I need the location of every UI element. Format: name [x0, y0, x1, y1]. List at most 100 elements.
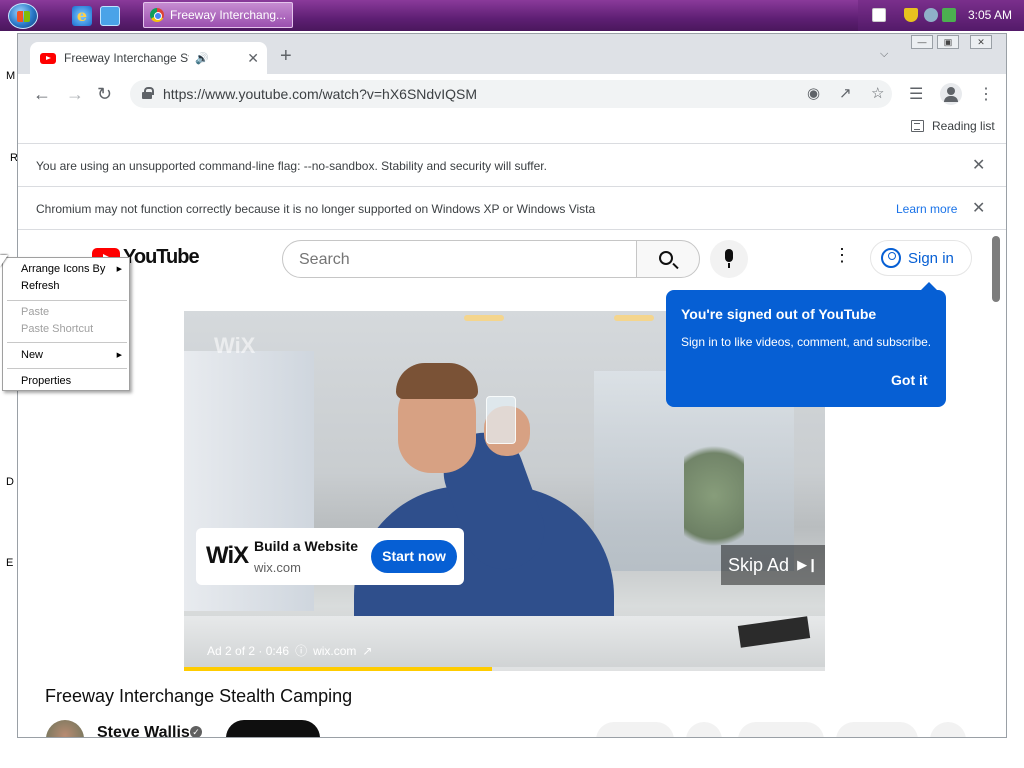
lock-icon[interactable]: [142, 87, 154, 99]
desktop-icon-label[interactable]: M: [6, 70, 15, 82]
wix-watermark: WiX: [214, 333, 256, 358]
close-window-button[interactable]: ✕: [970, 35, 992, 49]
browser-window: Freeway Interchange Stealth Camping 🔊 ✕ …: [17, 33, 1007, 738]
desktop-icon-label[interactable]: D: [6, 476, 14, 488]
tab-title: Freeway Interchange Stealth Camping: [64, 51, 189, 65]
ad-progress-fill: [184, 667, 492, 671]
bookmark-star-icon[interactable]: ☆: [871, 84, 884, 102]
taskbar: e Freeway Interchang... 3:05 AM: [0, 0, 1024, 31]
voice-search-mic-icon[interactable]: [710, 240, 748, 278]
more-menu-icon[interactable]: ⋮: [978, 84, 994, 104]
skip-ad-button[interactable]: Skip Ad ▶❙: [721, 545, 825, 585]
tooltip-body: Sign in to like videos, comment, and sub…: [681, 335, 932, 349]
video-frame-person-hair: [396, 363, 478, 399]
tab-youtube[interactable]: Freeway Interchange Stealth Camping 🔊 ✕: [30, 42, 267, 74]
tracking-off-eye-icon[interactable]: ◉: [807, 84, 820, 102]
page-scrollbar[interactable]: [992, 236, 1000, 302]
channel-avatar[interactable]: [46, 720, 84, 737]
subscribe-button[interactable]: [226, 720, 320, 737]
windows-logo-icon: [17, 11, 30, 22]
close-icon[interactable]: ✕: [972, 155, 985, 175]
got-it-button[interactable]: Got it: [891, 372, 928, 388]
sign-in-button[interactable]: Sign in: [870, 240, 972, 276]
context-menu-item[interactable]: Refresh: [21, 280, 60, 292]
browser-toolbar: ← → ↻ https://www.youtube.com/watch?v=hX…: [18, 74, 1006, 114]
clock[interactable]: 3:05 AM: [968, 8, 1012, 22]
submenu-arrow-icon: ▶: [116, 266, 122, 273]
ad-counter: Ad 2 of 2 · 0:46: [207, 643, 290, 658]
skip-next-icon: ▶❙: [797, 557, 818, 572]
learn-more-link[interactable]: Learn more: [896, 202, 957, 216]
share-icon[interactable]: ↗: [839, 84, 852, 102]
signed-out-tooltip: You're signed out of YouTube Sign in to …: [666, 282, 946, 407]
mouse-cursor-icon: [0, 255, 8, 267]
context-menu-item[interactable]: Properties: [21, 375, 71, 387]
keyboard-icon[interactable]: [872, 8, 886, 22]
taskbar-chromium-button[interactable]: Freeway Interchang...: [143, 2, 293, 28]
close-tab-icon[interactable]: ✕: [247, 50, 259, 67]
context-menu-item[interactable]: Paste: [21, 306, 49, 318]
context-menu-item[interactable]: New: [21, 349, 43, 361]
context-menu-item[interactable]: Arrange Icons By: [21, 263, 105, 275]
speaker-icon[interactable]: 🔊: [195, 52, 209, 65]
tooltip-title: You're signed out of YouTube: [681, 306, 877, 322]
taskbar-button-label: Freeway Interchang...: [170, 8, 287, 22]
forward-arrow-icon[interactable]: →: [66, 83, 84, 105]
search-input[interactable]: Search: [282, 240, 637, 278]
start-button[interactable]: [8, 3, 38, 29]
infobar-os-message: Chromium may not function correctly beca…: [36, 202, 596, 216]
account-icon: [881, 248, 901, 268]
search-icon: [659, 251, 673, 265]
sign-in-label: Sign in: [908, 249, 954, 267]
profile-avatar[interactable]: [940, 83, 962, 105]
search-placeholder: Search: [299, 251, 350, 268]
ad-title: Build a Website: [254, 538, 358, 554]
external-link-icon[interactable]: ↗: [362, 644, 372, 658]
reading-list-icon: [911, 120, 924, 132]
url-text[interactable]: https://www.youtube.com/watch?v=hX6SNdvI…: [163, 86, 477, 102]
info-icon[interactable]: ⓘ: [295, 642, 307, 659]
verified-check-icon: ✓: [190, 726, 202, 737]
video-frame-ceiling-light: [464, 315, 504, 321]
ad-progress-bar[interactable]: [184, 667, 825, 671]
ad-card[interactable]: WiX Build a Website wix.com Start now: [196, 528, 464, 585]
tab-search-chevron-icon[interactable]: ⌵: [880, 48, 888, 61]
internet-explorer-icon[interactable]: e: [72, 6, 92, 26]
address-bar[interactable]: https://www.youtube.com/watch?v=hX6SNdvI…: [130, 80, 892, 108]
search-button[interactable]: [636, 240, 700, 278]
wix-logo: WiX: [206, 542, 249, 569]
video-frame-plant: [684, 431, 744, 561]
tray-app-icon[interactable]: [942, 8, 956, 22]
media-controls-icon[interactable]: ☰: [909, 84, 923, 104]
save-button[interactable]: [836, 722, 918, 737]
bookmarks-bar: Reading list: [18, 114, 1006, 142]
share-button[interactable]: [738, 722, 824, 737]
reload-icon[interactable]: ↻: [97, 83, 112, 105]
network-icon[interactable]: [924, 8, 938, 22]
minimize-button[interactable]: —: [911, 35, 933, 49]
context-menu-item[interactable]: Paste Shortcut: [21, 323, 93, 335]
security-shield-icon[interactable]: [904, 8, 918, 22]
close-icon[interactable]: ✕: [972, 198, 985, 218]
quick-launch-icon[interactable]: [100, 6, 120, 26]
video-frame-glass: [486, 396, 516, 444]
back-arrow-icon[interactable]: ←: [33, 83, 51, 105]
start-now-button[interactable]: Start now: [371, 540, 457, 573]
skip-ad-label: Skip Ad: [728, 554, 790, 575]
submenu-arrow-icon: ▶: [116, 352, 122, 359]
youtube-wordmark: YouTube: [123, 246, 200, 268]
menu-separator: [7, 342, 127, 343]
new-tab-button[interactable]: +: [280, 46, 292, 66]
reading-list-button[interactable]: Reading list: [911, 119, 995, 133]
settings-kebab-icon[interactable]: ⋮: [833, 246, 851, 264]
ad-url: wix.com: [254, 560, 301, 575]
menu-separator: [7, 368, 127, 369]
like-button[interactable]: [596, 722, 674, 737]
dislike-button[interactable]: [686, 722, 722, 737]
maximize-button[interactable]: ▣: [937, 35, 959, 49]
desktop-icon-label[interactable]: E: [6, 557, 13, 569]
more-actions-button[interactable]: [930, 722, 966, 737]
youtube-page: YouTube Search ⋮ Sign in WiX WiX Build a…: [18, 229, 1006, 737]
channel-name[interactable]: Steve Wallis: [97, 724, 190, 737]
ad-domain-link[interactable]: wix.com: [313, 644, 356, 658]
